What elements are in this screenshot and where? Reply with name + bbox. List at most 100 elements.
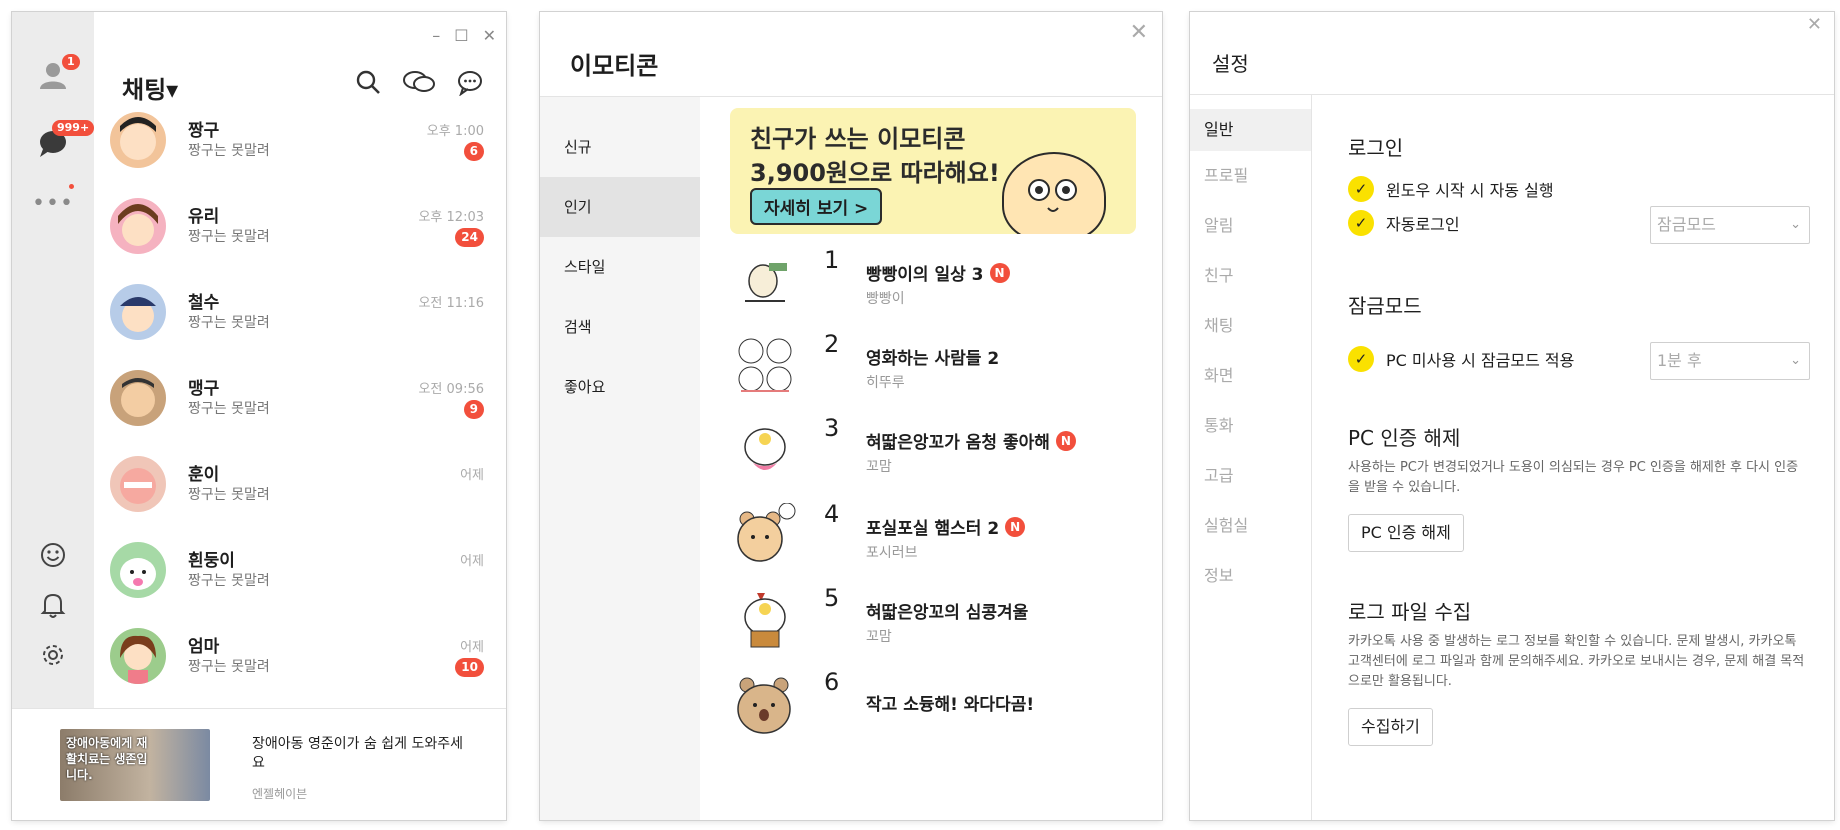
chat-preview: 짱구는 못말려 bbox=[188, 229, 270, 245]
emoticon-name-row: 혀딻은앙꼬가 옴청 좋아해 N bbox=[866, 428, 1076, 453]
settings-title: 설정 bbox=[1212, 52, 1249, 76]
unread-badge: 24 bbox=[455, 228, 484, 247]
nav-chat[interactable]: 채팅 bbox=[1190, 301, 1311, 351]
autostart-label: 윈도우 시작 시 자동 실행 bbox=[1386, 181, 1554, 200]
emoticon-author: 꼬맘 bbox=[866, 629, 892, 645]
collect-button[interactable]: 수집하기 bbox=[1348, 708, 1433, 746]
nav-labs[interactable]: 실험실 bbox=[1190, 501, 1311, 551]
bear-illustration bbox=[1002, 152, 1106, 234]
chat-preview: 짱구는 못말려 bbox=[188, 401, 270, 417]
emoticon-thumbnail bbox=[730, 584, 800, 654]
chat-row[interactable]: 흰둥이 짱구는 못말려 어제 bbox=[94, 540, 506, 626]
emoticon-nav: 신규 인기 스타일 검색 좋아요 bbox=[540, 97, 700, 820]
banner-text: 친구가 쓰는 이모티콘 3,900원으로 따라해요! bbox=[750, 122, 1000, 190]
emoticon-item[interactable]: 3 혀딻은앙꼬가 옴청 좋아해 N 꼬맘 bbox=[700, 408, 1162, 508]
chat-preview: 짱구는 못말려 bbox=[188, 573, 270, 589]
open-chat-icon[interactable] bbox=[402, 68, 436, 96]
nav-info[interactable]: 정보 bbox=[1190, 551, 1311, 601]
nav-likes[interactable]: 좋아요 bbox=[540, 357, 700, 417]
emoticon-thumbnail bbox=[730, 500, 800, 570]
nav-general[interactable]: 일반 bbox=[1190, 109, 1311, 151]
emoticon-tab[interactable] bbox=[34, 536, 72, 574]
unread-badge: 9 bbox=[463, 400, 484, 419]
autologin-select[interactable]: 잠금모드 ⌄ bbox=[1650, 206, 1810, 244]
lock-option[interactable]: ✓ PC 미사용 시 잠금모드 적용 bbox=[1348, 346, 1574, 372]
more-tab[interactable]: ••• bbox=[32, 184, 74, 222]
banner-detail-button[interactable]: 자세히 보기 > bbox=[750, 188, 883, 225]
chat-time: 오전 11:16 bbox=[418, 296, 484, 311]
lock-select-value: 1분 후 bbox=[1657, 351, 1702, 370]
chat-row[interactable]: 엄마 짱구는 못말려 어제 10 bbox=[94, 626, 506, 712]
settings-tab[interactable] bbox=[34, 636, 72, 674]
nav-new[interactable]: 신규 bbox=[540, 117, 700, 177]
chat-name: 흰둥이 bbox=[188, 551, 235, 571]
close-icon[interactable]: ✕ bbox=[483, 26, 496, 45]
emoticon-author: 빵빵이 bbox=[866, 291, 905, 307]
emoticon-name-row: 빵빵이의 일상 3N bbox=[866, 260, 1010, 285]
chat-row[interactable]: 훈이 짱구는 못말려 어제 bbox=[94, 454, 506, 540]
close-icon[interactable]: ✕ bbox=[1807, 14, 1822, 35]
check-icon[interactable]: ✓ bbox=[1348, 346, 1374, 372]
friends-tab[interactable]: 1 bbox=[34, 54, 80, 94]
nav-style[interactable]: 스타일 bbox=[540, 237, 700, 297]
avatar bbox=[110, 198, 166, 254]
close-icon[interactable]: ✕ bbox=[1130, 20, 1148, 45]
ad-image-text: 장애아동에게 재활치료는 생존입니다. bbox=[66, 736, 148, 782]
check-icon[interactable]: ✓ bbox=[1348, 210, 1374, 236]
nav-call[interactable]: 통화 bbox=[1190, 401, 1311, 451]
nav-profile[interactable]: 프로필 bbox=[1190, 151, 1311, 201]
nav-popular[interactable]: 인기 bbox=[540, 177, 700, 237]
chat-time: 어제 bbox=[460, 554, 484, 569]
nav-display[interactable]: 화면 bbox=[1190, 351, 1311, 401]
chat-row[interactable]: 유리 짱구는 못말려 오후 12:03 24 bbox=[94, 196, 506, 282]
log-description: 카카오톡 사용 중 발생하는 로그 정보를 확인할 수 있습니다. 문제 발생시… bbox=[1348, 634, 1805, 689]
new-badge: N bbox=[1005, 516, 1026, 537]
emoticon-name-row: 혀딻은앙꼬의 심콩겨울 bbox=[866, 598, 1028, 623]
pc-auth-button[interactable]: PC 인증 해제 bbox=[1348, 514, 1464, 552]
chat-row[interactable]: 맹구 짱구는 못말려 오전 09:56 9 bbox=[94, 368, 506, 454]
smiley-icon bbox=[41, 543, 65, 567]
new-chat-icon[interactable] bbox=[456, 68, 484, 96]
autologin-label: 자동로그인 bbox=[1386, 215, 1460, 234]
new-badge: N bbox=[1055, 430, 1076, 451]
emoticon-name: 혀딻은앙꼬가 옴청 좋아해 bbox=[866, 433, 1050, 453]
chat-count-badge: 999+ bbox=[52, 120, 95, 136]
chevron-down-icon: ⌄ bbox=[1790, 353, 1801, 368]
emoticon-item[interactable]: 6 작고 소듕해! 와다다곰! bbox=[700, 662, 1162, 762]
ad-banner[interactable]: 장애아동에게 재활치료는 생존입니다. 장애아동 영준이가 숨 쉽게 도와주세요… bbox=[12, 708, 506, 820]
emoticon-name: 포실포실 햄스터 2 bbox=[866, 519, 1000, 539]
emoticon-author: 히뚜루 bbox=[866, 375, 905, 391]
search-icon[interactable] bbox=[354, 68, 382, 96]
emoticon-name: 빵빵이의 일상 3 bbox=[866, 265, 984, 285]
emoticon-author: 꼬맘 bbox=[866, 459, 892, 475]
nav-advanced[interactable]: 고급 bbox=[1190, 451, 1311, 501]
chat-row[interactable]: 짱구 짱구는 못말려 오후 1:00 6 bbox=[94, 110, 506, 196]
emoticon-window: 이모티콘 ✕ 신규 인기 스타일 검색 좋아요 친구가 쓰는 이모티콘 3,90… bbox=[540, 12, 1162, 820]
autologin-option[interactable]: ✓ 자동로그인 bbox=[1348, 210, 1460, 236]
emoticon-title: 이모티콘 bbox=[570, 52, 659, 80]
ad-title: 장애아동 영준이가 숨 쉽게 도와주세요 bbox=[252, 736, 463, 771]
bell-icon bbox=[40, 593, 66, 618]
chat-header-title[interactable]: 채팅▾ bbox=[122, 70, 178, 105]
lock-label: PC 미사용 시 잠금모드 적용 bbox=[1386, 351, 1575, 370]
emoticon-name: 영화하는 사람들 2 bbox=[866, 349, 1000, 369]
maximize-icon[interactable]: ☐ bbox=[454, 26, 468, 45]
chat-preview: 짱구는 못말려 bbox=[188, 143, 270, 159]
chat-name: 유리 bbox=[188, 207, 220, 227]
emoticon-name-row: 작고 소듕해! 와다다곰! bbox=[866, 690, 1034, 715]
rank: 2 bbox=[824, 330, 840, 358]
lock-select[interactable]: 1분 후 ⌄ bbox=[1650, 342, 1810, 380]
chats-tab[interactable]: 999+ bbox=[34, 120, 95, 162]
notification-tab[interactable] bbox=[34, 586, 72, 624]
nav-friends[interactable]: 친구 bbox=[1190, 251, 1311, 301]
chat-list: 짱구 짱구는 못말려 오후 1:00 6 유리 짱구는 못말려 오후 12:03… bbox=[94, 110, 506, 712]
rank: 1 bbox=[824, 246, 840, 274]
chat-row[interactable]: 철수 짱구는 못말려 오전 11:16 bbox=[94, 282, 506, 368]
promo-banner[interactable]: 친구가 쓰는 이모티콘 3,900원으로 따라해요! 자세히 보기 > bbox=[730, 108, 1136, 234]
nav-search[interactable]: 검색 bbox=[540, 297, 700, 357]
check-icon[interactable]: ✓ bbox=[1348, 176, 1374, 202]
minimize-icon[interactable]: – bbox=[432, 26, 440, 45]
nav-notifications[interactable]: 알림 bbox=[1190, 201, 1311, 251]
autostart-option[interactable]: ✓ 윈도우 시작 시 자동 실행 bbox=[1348, 176, 1554, 202]
avatar bbox=[110, 370, 166, 426]
